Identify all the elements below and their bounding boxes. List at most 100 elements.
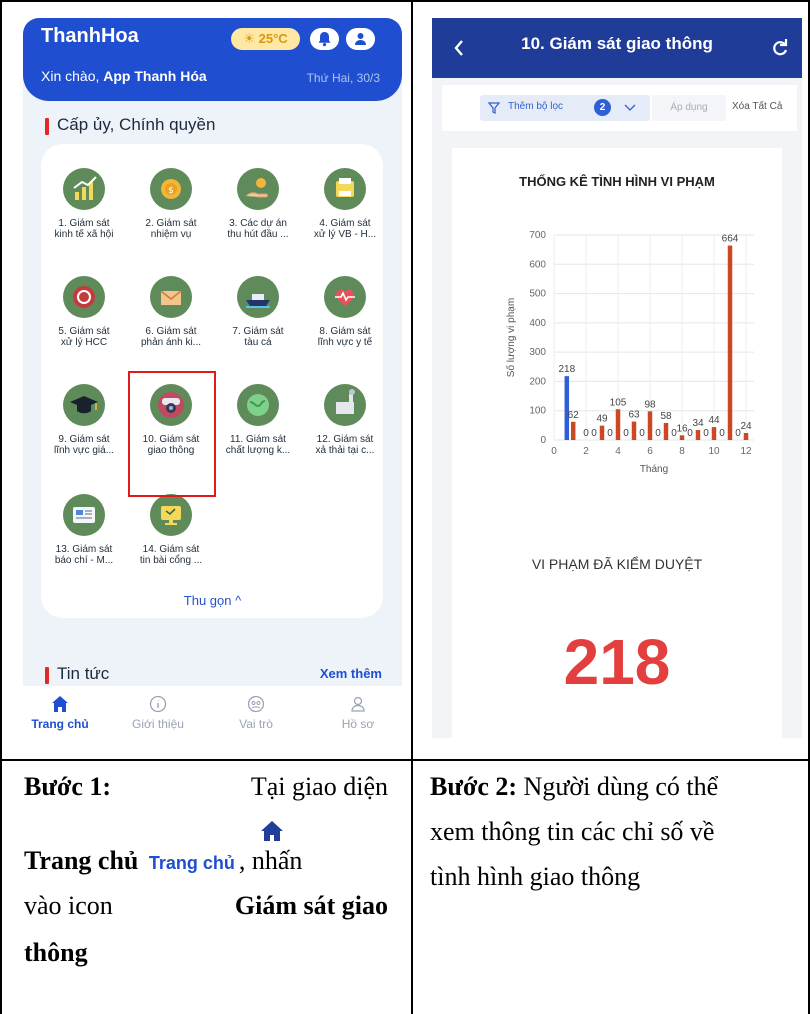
globe-leaf-icon [237, 384, 279, 426]
nav-item-role[interactable]: Vai trò [221, 686, 291, 738]
tile-label-line1: 5. Giám sát [58, 326, 110, 337]
bar-value-label: 63 [628, 410, 640, 421]
table-top-border [0, 0, 810, 2]
step1-caption-line2: Trang chủ Trang chủ, nhấn [24, 846, 303, 875]
tile-label-line2: lĩnh vực y tế [317, 337, 373, 348]
tile-label-line2: báo chí - M... [54, 555, 114, 566]
bottom-nav: Trang chủ Giới thiệu Vai trò Hồ sơ [23, 686, 402, 738]
news-title: Tin tức [57, 664, 110, 683]
x-tick-label: 2 [583, 446, 589, 457]
feature-tile-11[interactable]: 11. Giám sát chất lượng k... [213, 384, 301, 464]
bar-value-label: 98 [644, 399, 656, 410]
stat-label: VI PHẠM ĐÃ KIỂM DUYỆT [531, 556, 703, 572]
collapse-button[interactable]: Thu gọn ^ [23, 593, 402, 608]
y-tick-label: 400 [529, 318, 546, 329]
nav-item-profile[interactable]: Hồ sơ [323, 686, 393, 738]
feature-tile-12[interactable]: 12. Giám sát xả thải tại c... [300, 384, 388, 464]
bar-value-label: 44 [708, 415, 720, 426]
apply-button[interactable]: Áp dụng [652, 95, 726, 121]
bar-value-label: 58 [660, 411, 672, 422]
tile-label-line2: phản ánh ki... [140, 337, 202, 348]
feature-tile-1[interactable]: 1. Giám sát kinh tế xã hội [39, 168, 127, 248]
bell-icon [318, 32, 331, 47]
tile-label-line1: 14. Giám sát [142, 544, 200, 555]
newspaper-icon [63, 494, 105, 536]
hand-coin-icon [237, 168, 279, 210]
feature-tile-13[interactable]: 13. Giám sát báo chí - M... [39, 494, 127, 574]
bar-value-label: 0 [607, 428, 613, 439]
clear-all-button[interactable]: Xóa Tất Cả [732, 101, 782, 112]
user-icon [355, 33, 366, 45]
printer-icon [324, 168, 366, 210]
home-icon [52, 696, 68, 712]
feature-tile-6[interactable]: 6. Giám sát phản ánh ki... [126, 276, 214, 356]
greeting: Xin chào, App Thanh Hóa [41, 68, 207, 84]
bar-value-label: 0 [719, 428, 725, 439]
bar [647, 411, 653, 440]
x-tick-label: 12 [740, 446, 752, 457]
y-axis-label: Số lượng vi phạm [505, 298, 517, 377]
step1-caption: Bước 1: Tại giao diện [24, 772, 388, 801]
bar-value-label: 105 [610, 397, 627, 408]
nav-item-about[interactable]: Giới thiệu [123, 686, 193, 738]
y-tick-label: 200 [529, 376, 546, 387]
bar [599, 425, 605, 440]
y-tick-label: 0 [540, 435, 546, 446]
nav-item-home[interactable]: Trang chủ [25, 686, 95, 738]
tile-label-line1: 9. Giám sát [58, 434, 110, 445]
role-icon [247, 695, 265, 713]
weather-badge[interactable]: ☀ 25°C [231, 28, 300, 50]
feature-tile-4[interactable]: 4. Giám sát xử lý VB - H... [300, 168, 388, 248]
bar-value-label: 218 [558, 364, 575, 375]
table-mid-border [0, 759, 810, 761]
feature-tile-label: 5. Giám sát xử lý HCC [39, 326, 129, 348]
bar [564, 376, 570, 440]
chart-growth-icon [63, 168, 105, 210]
feature-tile-9[interactable]: 9. Giám sát lĩnh vực giá... [39, 384, 127, 464]
feature-tile-label: 7. Giám sát tàu cá [213, 326, 303, 348]
sun-icon: ☀ [243, 31, 255, 46]
y-tick-label: 300 [529, 347, 546, 358]
traffic-screen: 10. Giám sát giao thông Thêm bộ lọc 2 Áp… [432, 18, 802, 738]
violation-chart: THỐNG KÊ TÌNH HÌNH VI PHẠM01002003004005… [505, 174, 754, 475]
bar-value-label: 0 [687, 428, 693, 439]
tile-label-line1: 7. Giám sát [232, 326, 284, 337]
heartbeat-icon [324, 276, 366, 318]
tile-label-line2: kinh tế xã hội [54, 229, 114, 240]
bar-value-label: 24 [740, 421, 752, 432]
highlight-box [128, 371, 216, 497]
notification-button[interactable] [310, 28, 339, 50]
bar-value-label: 664 [722, 234, 739, 245]
feature-tile-label: 13. Giám sát báo chí - M... [39, 544, 129, 566]
feature-tile-3[interactable]: 3. Các dự án thu hút đầu ... [213, 168, 301, 248]
y-tick-label: 100 [529, 406, 546, 417]
tile-label-line1: 8. Giám sát [319, 326, 371, 337]
bar [570, 421, 576, 440]
feature-tile-14[interactable]: 14. Giám sát tin bài cổng ... [126, 494, 214, 574]
feature-tile-label: 6. Giám sát phản ánh ki... [126, 326, 216, 348]
ship-icon [237, 276, 279, 318]
x-axis-label: Tháng [640, 464, 668, 475]
feature-tile-8[interactable]: 8. Giám sát lĩnh vực y tế [300, 276, 388, 356]
section-title: Cấp ủy, Chính quyền [57, 115, 216, 134]
tile-label-line1: 4. Giám sát [319, 218, 371, 229]
bar [711, 427, 717, 440]
bar [663, 423, 669, 440]
tile-label-line2: lĩnh vực giá... [53, 445, 115, 456]
tile-label-line2: chất lượng k... [225, 445, 291, 456]
feature-tile-5[interactable]: 5. Giám sát xử lý HCC [39, 276, 127, 356]
feature-tile-2[interactable]: $2. Giám sát nhiệm vụ [126, 168, 214, 248]
tile-label-line1: 1. Giám sát [58, 218, 110, 229]
feature-tile-7[interactable]: 7. Giám sát tàu cá [213, 276, 301, 356]
see-more-link[interactable]: Xem thêm [320, 666, 382, 681]
add-filter-label: Thêm bộ lọc [508, 101, 564, 112]
add-filter-button[interactable]: Thêm bộ lọc 2 [480, 95, 650, 121]
profile-icon [351, 696, 365, 712]
x-tick-label: 0 [551, 446, 557, 457]
account-button[interactable] [346, 28, 375, 50]
brand-title: ThanhHoa [41, 25, 139, 47]
feature-tile-label: 8. Giám sát lĩnh vực y tế [300, 326, 390, 348]
stat-value: 218 [563, 626, 671, 698]
y-tick-label: 600 [529, 259, 546, 270]
refresh-icon[interactable] [770, 36, 790, 60]
